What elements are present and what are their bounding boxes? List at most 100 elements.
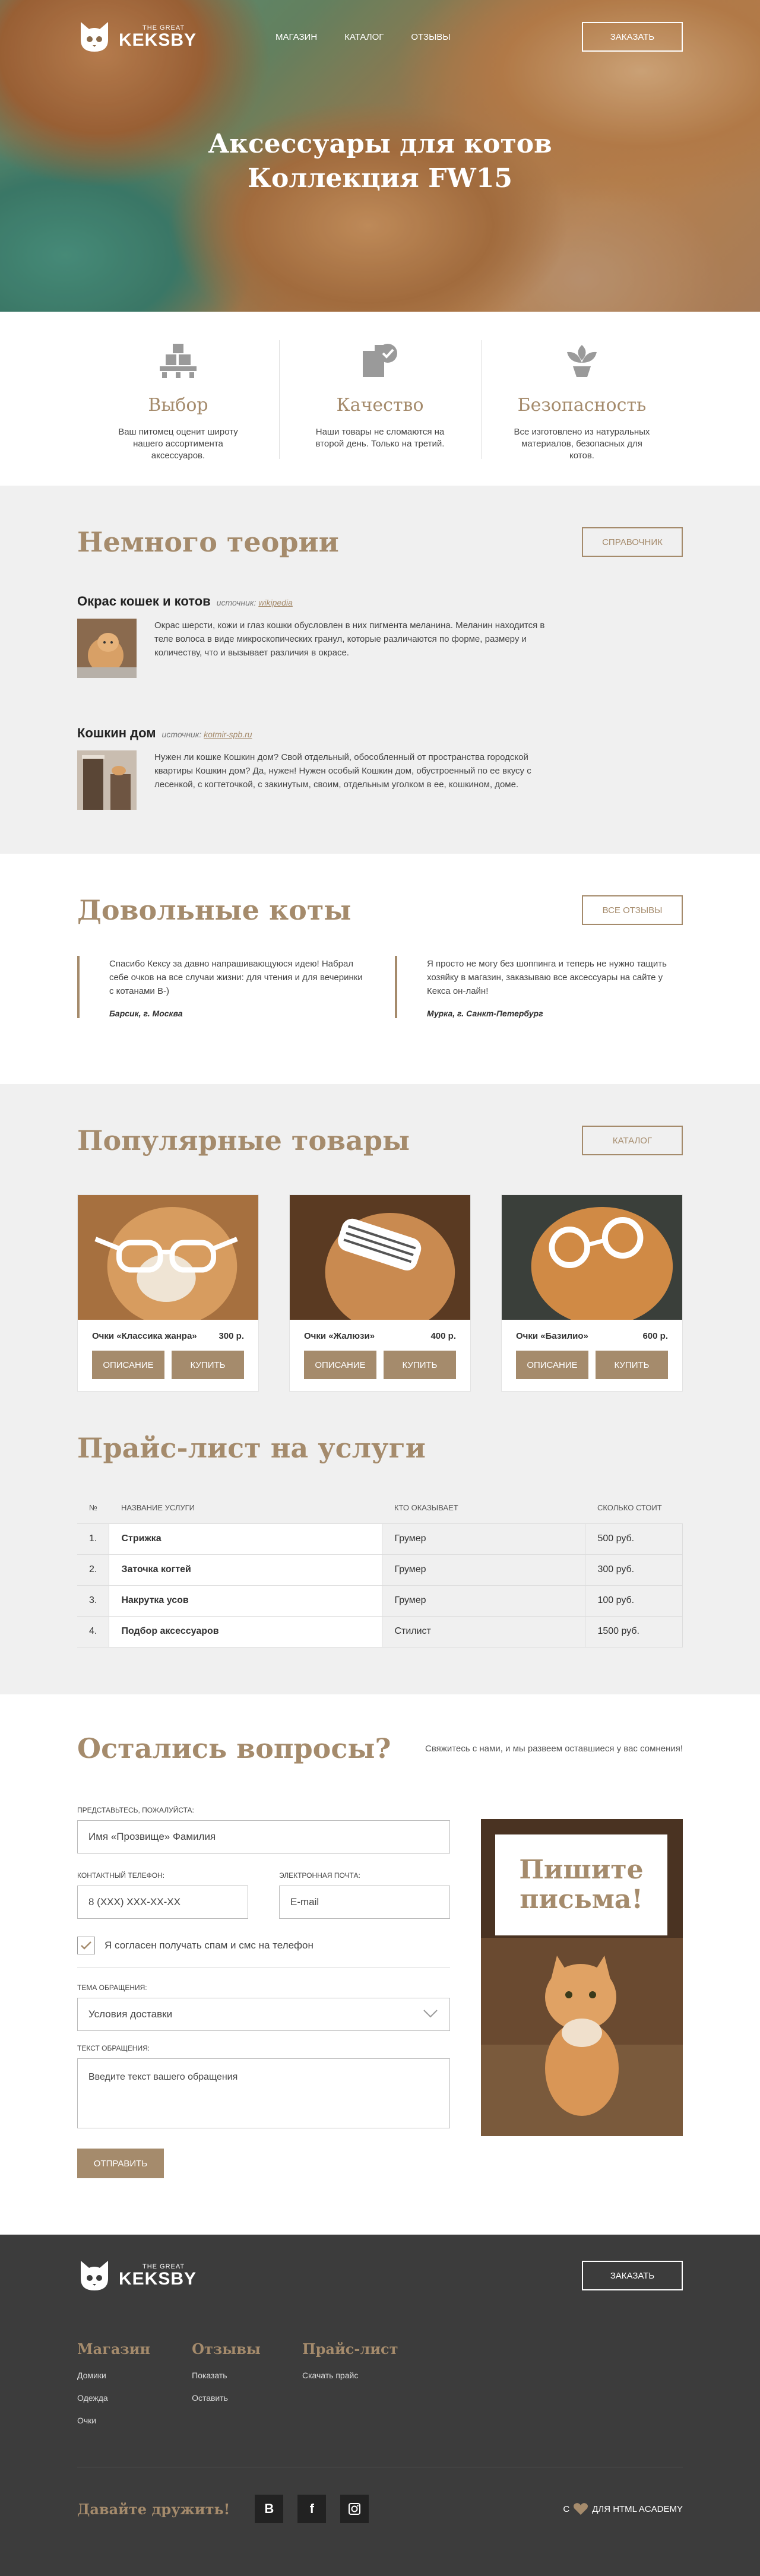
feature-text: Ваш питомец оценит широту нашего ассорти… [118, 427, 238, 461]
leaf-icon [567, 345, 597, 377]
description-button[interactable]: ОПИСАНИЕ [92, 1351, 164, 1379]
feature-safety: Безопасность Все изготовлено из натураль… [481, 340, 683, 486]
footer-link[interactable]: Оставить [192, 2393, 261, 2403]
table-row: 3. Накрутка усов Грумер 100 руб. [77, 1585, 683, 1616]
academy-credit[interactable]: С ДЛЯ HTML ACADEMY [563, 2502, 683, 2515]
consent-label: Я согласен получать спам и смс на телефо… [104, 1940, 314, 1951]
site-header: THE GREAT KEKSBY МАГАЗИН КАТАЛОГ ОТЗЫВЫ … [77, 18, 683, 56]
topic-select[interactable]: Условия доставки [77, 1998, 450, 2031]
site-footer: THE GREAT KEKSBY ЗАКАЗАТЬ Магазин Домики… [0, 2235, 760, 2576]
submit-button[interactable]: ОТПРАВИТЬ [77, 2149, 164, 2178]
source-link[interactable]: wikipedia [258, 598, 293, 607]
table-cell: 4. [77, 1615, 109, 1647]
nav-link-catalog[interactable]: КАТАЛОГ [344, 32, 384, 42]
buy-button[interactable]: КУПИТЬ [596, 1351, 668, 1379]
table-cell: 1. [77, 1523, 109, 1554]
description-button[interactable]: ОПИСАНИЕ [304, 1351, 376, 1379]
footer-link[interactable]: Очки [77, 2416, 150, 2425]
article: Кошкин дом источник: kotmir-spb.ru Нужен… [77, 725, 683, 810]
article: Окрас кошек и котов источник: wikipedia … [77, 594, 683, 678]
message-textarea[interactable]: Введите текст вашего обращения [77, 2058, 450, 2128]
footer-link[interactable]: Показать [192, 2371, 261, 2380]
product-price: 300 р. [218, 1331, 244, 1341]
buy-button[interactable]: КУПИТЬ [172, 1351, 244, 1379]
hero-title-line1: Аксессуары для котов [208, 129, 552, 159]
price-table: № НАЗВАНИЕ УСЛУГИ КТО ОКАЗЫВАЕТ СКОЛЬКО … [77, 1493, 683, 1647]
review: Спасибо Кексу за давно напрашивающуюся и… [77, 956, 365, 1018]
table-cell: Стилист [382, 1615, 585, 1647]
product-card: Очки «Базилио» 600 р. ОПИСАНИЕ КУПИТЬ [501, 1194, 683, 1392]
cat-thumbnail [77, 619, 137, 678]
name-field[interactable]: Имя «Прозвище» Фамилия [77, 1820, 450, 1853]
table-header: СКОЛЬКО СТОИТ [597, 1503, 662, 1513]
product-image [78, 1195, 258, 1326]
vk-link[interactable]: B [255, 2495, 284, 2523]
product-image [290, 1195, 470, 1332]
main-nav: МАГАЗИН КАТАЛОГ ОТЗЫВЫ [276, 32, 451, 42]
table-header-row: № НАЗВАНИЕ УСЛУГИ КТО ОКАЗЫВАЕТ СКОЛЬКО … [77, 1493, 683, 1523]
consent-checkbox[interactable] [77, 1937, 95, 1954]
footer-column-reviews: Отзывы Показать Оставить [192, 2340, 261, 2425]
article-title[interactable]: Окрас кошек и котов [77, 594, 211, 609]
table-cell: Заточка когтей [109, 1554, 382, 1585]
order-button[interactable]: ЗАКАЗАТЬ [582, 22, 683, 52]
description-button[interactable]: ОПИСАНИЕ [516, 1351, 588, 1379]
catalog-button[interactable]: КАТАЛОГ [582, 1126, 683, 1155]
logo-big-text: KEKSBY [119, 30, 197, 50]
reference-button[interactable]: СПРАВОЧНИК [582, 527, 683, 557]
chevron-down-icon [423, 2010, 438, 2018]
feature-text: Все изготовлено из натуральных материало… [514, 427, 650, 461]
article-title[interactable]: Кошкин дом [77, 725, 156, 741]
table-header: КТО ОКАЗЫВАЕТ [394, 1503, 458, 1513]
poster-line1: Пишите [519, 1855, 644, 1885]
section-title: Немного теории [77, 526, 339, 558]
product-card: Очки «Жалюзи» 400 р. ОПИСАНИЕ КУПИТЬ [289, 1194, 471, 1392]
footer-link[interactable]: Одежда [77, 2393, 150, 2403]
all-reviews-button[interactable]: ВСЕ ОТЗЫВЫ [582, 895, 683, 925]
hero-section: THE GREAT KEKSBY МАГАЗИН КАТАЛОГ ОТЗЫВЫ … [0, 0, 760, 312]
review-text: Спасибо Кексу за давно напрашивающуюся и… [109, 959, 363, 996]
poster-line2: письма! [520, 1884, 643, 1915]
section-title: Прайс-лист на услуги [77, 1432, 426, 1464]
article-text: Нужен ли кошке Кошкин дом? Свой отдельны… [154, 752, 531, 790]
footer-order-button[interactable]: ЗАКАЗАТЬ [582, 2261, 683, 2290]
footer-logo[interactable]: THE GREAT KEKSBY [77, 2258, 197, 2293]
facebook-link[interactable]: f [297, 2495, 327, 2523]
footer-col-title: Магазин [77, 2340, 151, 2358]
product-name: Очки «Базилио» [516, 1331, 588, 1341]
table-cell: Грумер [382, 1554, 585, 1585]
phone-field[interactable]: 8 (XXX) XXX-XX-XX [77, 1886, 248, 1919]
name-label: ПРЕДСТАВЬТЕСЬ, ПОЖАЛУЙСТА: [77, 1806, 194, 1814]
table-header: НАЗВАНИЕ УСЛУГИ [121, 1503, 195, 1513]
footer-col-title: Прайс-лист [302, 2340, 398, 2358]
table-cell: 3. [77, 1585, 109, 1616]
instagram-link[interactable] [340, 2495, 369, 2523]
logo[interactable]: THE GREAT KEKSBY [77, 20, 197, 54]
email-field[interactable]: E-mail [279, 1886, 450, 1919]
source-link[interactable]: kotmir-spb.ru [204, 730, 252, 739]
products-section: Популярные товары КАТАЛОГ Очки «Классика… [0, 1084, 760, 1694]
table-cell: Накрутка усов [109, 1585, 382, 1616]
nav-link-reviews[interactable]: ОТЗЫВЫ [411, 32, 450, 42]
product-price: 400 р. [430, 1331, 456, 1341]
feature-title: Качество [336, 395, 424, 416]
feature-title: Безопасность [517, 395, 647, 416]
contact-form: ПРЕДСТАВЬТЕСЬ, ПОЖАЛУЙСТА: Имя «Прозвище… [77, 1806, 450, 2178]
buy-button[interactable]: КУПИТЬ [384, 1351, 456, 1379]
product-price: 600 р. [642, 1331, 668, 1341]
nav-link-shop[interactable]: МАГАЗИН [276, 32, 317, 42]
cat-logo-icon [81, 2261, 108, 2290]
message-label: ТЕКСТ ОБРАЩЕНИЯ: [77, 2044, 150, 2052]
footer-link[interactable]: Домики [77, 2371, 150, 2380]
phone-label: КОНТАКТНЫЙ ТЕЛЕФОН: [77, 1871, 165, 1880]
social-links: B f [255, 2495, 369, 2523]
contact-section: Остались вопросы? Свяжитесь с нами, и мы… [0, 1694, 760, 2235]
features-section: Выбор Ваш питомец оценит широту нашего а… [0, 312, 760, 486]
instagram-icon [349, 2503, 361, 2515]
section-title: Довольные коты [77, 894, 352, 926]
table-cell: 300 руб. [585, 1554, 683, 1585]
product-name: Очки «Классика жанра» [92, 1331, 197, 1341]
table-cell: Грумер [382, 1585, 585, 1616]
reviews-section: Довольные коты ВСЕ ОТЗЫВЫ Спасибо Кексу … [0, 854, 760, 1084]
footer-link[interactable]: Скачать прайс [302, 2371, 398, 2380]
